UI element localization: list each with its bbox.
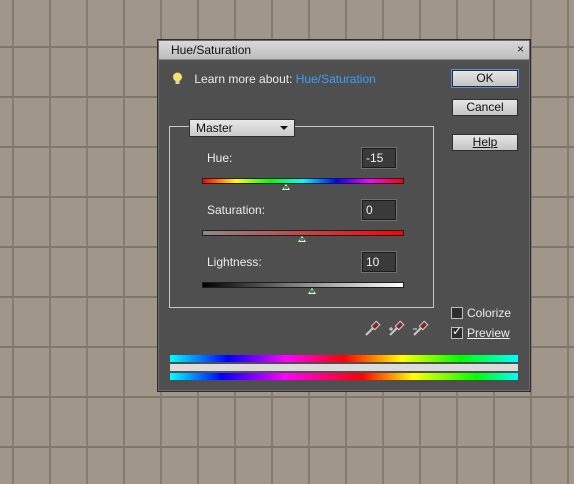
eyedropper-plus-icon[interactable]	[387, 320, 405, 338]
learn-more-row: Learn more about: Hue/Saturation	[172, 72, 376, 86]
preview-checkbox[interactable]	[451, 324, 463, 339]
lightness-label: Lightness:	[207, 255, 262, 269]
input-color-bar	[170, 355, 518, 362]
help-button[interactable]: Help	[452, 134, 518, 151]
hue-input[interactable]: -15	[362, 148, 396, 168]
colorize-checkbox[interactable]	[451, 307, 463, 319]
hue-saturation-dialog: Hue/Saturation × Learn more about: Hue/S…	[157, 39, 531, 392]
learn-more-label: Learn more about:	[194, 72, 293, 86]
learn-more-link[interactable]: Hue/Saturation	[296, 72, 376, 86]
close-icon[interactable]: ×	[517, 42, 524, 56]
saturation-slider-thumb[interactable]	[298, 236, 306, 242]
color-bar-divider	[170, 364, 518, 371]
colorize-label[interactable]: Colorize	[467, 306, 511, 320]
eyedropper-icon[interactable]	[363, 320, 381, 338]
chevron-down-icon	[280, 126, 288, 130]
cancel-button[interactable]: Cancel	[452, 99, 518, 116]
lightness-slider-thumb[interactable]	[308, 288, 316, 294]
channel-select[interactable]: Master	[189, 119, 295, 137]
output-color-bar	[170, 373, 518, 380]
lightness-input[interactable]: 10	[362, 252, 396, 272]
hue-slider-thumb[interactable]	[282, 184, 290, 190]
saturation-input[interactable]: 0	[362, 200, 396, 220]
ok-button[interactable]: OK	[452, 70, 518, 87]
preview-label[interactable]: Preview	[467, 326, 510, 340]
channel-value: Master	[196, 121, 233, 135]
eyedropper-minus-icon[interactable]	[411, 320, 429, 338]
lightness-slider-track[interactable]	[202, 282, 404, 288]
title-bar[interactable]: Hue/Saturation ×	[159, 41, 529, 60]
hue-slider-track[interactable]	[202, 178, 404, 184]
saturation-label: Saturation:	[207, 203, 266, 217]
dialog-title: Hue/Saturation	[171, 43, 252, 57]
hue-label: Hue:	[207, 151, 233, 165]
lightbulb-icon	[173, 72, 182, 84]
